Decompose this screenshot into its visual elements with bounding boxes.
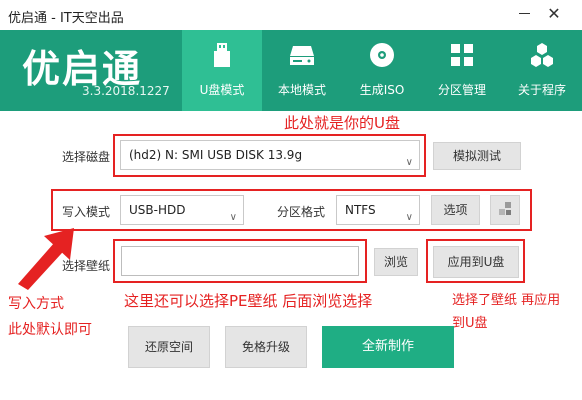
tab-label: 分区管理 — [437, 83, 486, 97]
close-button[interactable]: ✕ — [543, 3, 565, 25]
browse-button[interactable]: 浏览 — [374, 248, 418, 276]
tab-label: 本地模式 — [277, 83, 326, 97]
version-label: 3.3.2018.1227 — [82, 84, 170, 98]
tab-label: U盘模式 — [199, 83, 245, 97]
chevron-down-icon: ∨ — [405, 212, 413, 223]
annotation-disk-note: 此处就是你的U盘 — [284, 114, 400, 132]
annotation-apply-note-2: 到U盘 — [452, 316, 488, 331]
restore-space-button[interactable]: 还原空间 — [128, 326, 210, 368]
partition-format-select[interactable]: NTFS ∨ — [336, 195, 420, 225]
new-create-button[interactable]: 全新制作 — [322, 326, 454, 368]
grid-icon — [451, 44, 473, 66]
partition-format-label: 分区格式 — [277, 205, 326, 219]
tab-partition-manager[interactable]: 分区管理 — [422, 30, 502, 111]
tab-generate-iso[interactable]: 生成ISO — [342, 30, 422, 111]
format-free-upgrade-button[interactable]: 免格升级 — [225, 326, 307, 368]
annotation-write-note-1: 写入方式 — [8, 296, 64, 312]
partition-format-value: NTFS — [345, 203, 376, 217]
options-button[interactable]: 选项 — [431, 195, 480, 225]
disk-label: 选择磁盘 — [62, 150, 111, 164]
write-mode-value: USB-HDD — [129, 203, 186, 217]
tab-label: 生成ISO — [359, 83, 405, 97]
wallpaper-path-input[interactable] — [121, 246, 359, 276]
header-bar: 优启通 3.3.2018.1227 U盘模式 本地模式 生成ISO 分区管理 关… — [0, 30, 582, 111]
tab-local-mode[interactable]: 本地模式 — [262, 30, 342, 111]
usb-icon — [214, 43, 230, 67]
disk-select-value: (hd2) N: SMI USB DISK 13.9g — [129, 148, 303, 162]
title-bar: 优启通 - IT天空出品 ✕ — [0, 0, 582, 30]
cubes-icon — [531, 43, 553, 67]
extra-settings-button[interactable] — [490, 195, 520, 225]
annotation-arrow-icon — [18, 228, 74, 290]
apply-to-usb-button[interactable]: 应用到U盘 — [433, 246, 519, 278]
annotation-apply-note-1: 选择了壁纸 再应用 — [452, 293, 561, 308]
annotation-wallpaper-note: 这里还可以选择PE壁纸 后面浏览选择 — [124, 292, 373, 310]
chevron-down-icon: ∨ — [405, 157, 413, 168]
hard-drive-icon — [290, 46, 314, 65]
tab-u-disk-mode[interactable]: U盘模式 — [182, 30, 262, 111]
window-title: 优启通 - IT天空出品 — [8, 11, 124, 26]
tab-about[interactable]: 关于程序 — [502, 30, 582, 111]
disc-icon — [370, 43, 394, 67]
tab-label: 关于程序 — [517, 83, 566, 97]
write-mode-select[interactable]: USB-HDD ∨ — [120, 195, 244, 225]
annotation-write-note-2: 此处默认即可 — [8, 322, 92, 338]
write-mode-label: 写入模式 — [62, 205, 111, 219]
tiles-icon — [499, 202, 511, 215]
minimize-button[interactable] — [514, 2, 536, 24]
disk-select[interactable]: (hd2) N: SMI USB DISK 13.9g ∨ — [120, 140, 420, 170]
simulate-test-button[interactable]: 模拟测试 — [433, 142, 521, 170]
chevron-down-icon: ∨ — [229, 212, 237, 223]
